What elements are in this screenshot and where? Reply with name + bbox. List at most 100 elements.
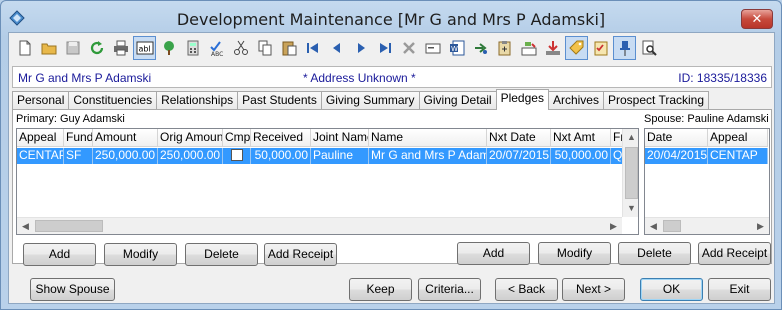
tab-giving-detail[interactable]: Giving Detail [418,91,497,110]
card-icon[interactable] [421,36,444,60]
primary-add-receipt-button[interactable]: Add Receipt [264,243,337,266]
primary-delete-button[interactable]: Delete [185,243,258,266]
col-date[interactable]: Date [645,129,708,147]
col-cmp[interactable]: Cmp [223,129,251,147]
spouse-horizontal-scrollbar[interactable]: ◀ ▶ [645,217,769,234]
primary-modify-button[interactable]: Modify [104,243,177,266]
primary-add-button[interactable]: Add [23,243,96,266]
primary-pledges-grid[interactable]: Appeal Fund Amount Orig Amount Cmp Recei… [16,128,639,235]
primary-vertical-scrollbar[interactable]: ▲ ▼ [622,129,638,217]
primary-grid-header: Appeal Fund Amount Orig Amount Cmp Recei… [17,129,623,147]
tab-giving-summary[interactable]: Giving Summary [320,91,420,110]
last-record-icon[interactable] [373,36,396,60]
tag-icon[interactable] [565,36,588,60]
col-received[interactable]: Received [251,129,311,147]
col-appeal[interactable]: Appeal [17,129,64,147]
tab-constituencies[interactable]: Constituencies [68,91,158,110]
scroll-left-icon[interactable]: ◀ [645,218,662,234]
scroll-right-icon[interactable]: ▶ [752,218,769,234]
spouse-delete-button[interactable]: Delete [618,242,691,265]
next-button[interactable]: Next > [562,278,625,301]
tab-past-students[interactable]: Past Students [237,91,322,110]
col-nxt-date[interactable]: Nxt Date [487,129,551,147]
spouse-add-receipt-button[interactable]: Add Receipt [698,242,771,265]
table-row[interactable]: CENTAP SF 250,000.00 250,000.00 50,000.0… [17,148,623,164]
criteria-button[interactable]: Criteria... [418,278,481,301]
cell-nxt-amt: 50,000.00 [551,148,611,164]
spouse-pledges-grid[interactable]: Date Appeal 20/04/2015 CENTAP ◀ ▶ [644,128,770,235]
col-orig-amount[interactable]: Orig Amount [158,129,223,147]
cell-joint-name: Pauline [311,148,369,164]
client-area: abl ABC W Mr G and Mrs P Adamski * Addre… [8,32,775,304]
cell-nxt-date: 20/07/2015 [489,148,551,164]
checklist-icon[interactable] [589,36,612,60]
scroll-thumb[interactable] [625,147,638,199]
save-disk-icon[interactable] [61,36,84,60]
exit-button[interactable]: Exit [708,278,771,301]
col-nxt-amt[interactable]: Nxt Amt [551,129,611,147]
pin-icon[interactable] [613,36,636,60]
col-fund[interactable]: Fund [64,129,93,147]
tab-prospect-tracking[interactable]: Prospect Tracking [602,91,710,110]
client-info-bar: Mr G and Mrs P Adamski * Address Unknown… [12,66,772,88]
tab-archives[interactable]: Archives [547,91,604,110]
keep-button[interactable]: Keep [349,278,412,301]
col-joint-name[interactable]: Joint Name [311,129,369,147]
copy-icon[interactable] [253,36,276,60]
cell-cmp [223,148,251,164]
calculator-icon[interactable] [181,36,204,60]
spouse-modify-button[interactable]: Modify [538,242,611,265]
scroll-down-icon[interactable]: ▼ [623,200,638,217]
col-amount[interactable]: Amount [93,129,158,147]
word-icon[interactable]: W [445,36,468,60]
tab-personal[interactable]: Personal [12,91,70,110]
tab-strip: Personal Constituencies Relationships Pa… [12,89,710,110]
first-record-icon[interactable] [301,36,324,60]
col-appeal[interactable]: Appeal [708,129,768,147]
arrow-export-icon[interactable] [469,36,492,60]
refresh-icon[interactable] [85,36,108,60]
scroll-right-icon[interactable]: ▶ [605,218,622,234]
scroll-left-icon[interactable]: ◀ [17,218,34,234]
download-tray-icon[interactable] [541,36,564,60]
cell-name: Mr G and Mrs P Adamski [369,148,487,164]
abl-text: abl [138,45,150,54]
tree-icon[interactable] [157,36,180,60]
close-button[interactable]: ✕ [741,9,773,29]
cut-icon[interactable] [229,36,252,60]
back-button[interactable]: < Back [495,278,558,301]
open-folder-icon[interactable] [37,36,60,60]
preview-icon[interactable] [637,36,660,60]
spellcheck-icon[interactable]: ABC [205,36,228,60]
mail-merge-icon[interactable] [517,36,540,60]
new-document-icon[interactable] [13,36,36,60]
abl-icon[interactable]: abl [133,36,156,60]
show-spouse-button[interactable]: Show Spouse [30,278,115,301]
spouse-grid-header: Date Appeal [645,129,768,147]
next-record-icon[interactable] [349,36,372,60]
window-title: Development Maintenance [Mr G and Mrs P … [176,10,606,29]
paste-icon[interactable] [277,36,300,60]
spouse-add-button[interactable]: Add [457,242,530,265]
table-row[interactable]: 20/04/2015 CENTAP [645,148,768,164]
clipboard-add-icon[interactable] [493,36,516,60]
col-name[interactable]: Name [369,129,487,147]
scroll-up-icon[interactable]: ▲ [623,129,638,146]
pledges-panel: Primary: Guy Adamski Spouse: Pauline Ada… [12,109,772,266]
previous-record-icon[interactable] [325,36,348,60]
primary-label: Primary: Guy Adamski [16,113,125,125]
client-id: ID: 18335/18336 [678,71,767,85]
cmp-checkbox[interactable] [230,149,243,161]
scroll-thumb[interactable] [35,220,103,232]
scroll-thumb[interactable] [663,220,681,232]
cell-appeal: CENTAP [708,148,768,164]
primary-horizontal-scrollbar[interactable]: ◀ ▶ [17,217,622,234]
print-icon[interactable] [109,36,132,60]
cell-amount: 250,000.00 [93,148,158,164]
ok-button[interactable]: OK [640,278,703,301]
delete-icon[interactable] [397,36,420,60]
toolbar: abl ABC W [9,33,775,63]
tab-relationships[interactable]: Relationships [156,91,239,110]
tab-pledges[interactable]: Pledges [495,89,549,110]
spouse-label: Spouse: Pauline Adamski [644,113,769,125]
